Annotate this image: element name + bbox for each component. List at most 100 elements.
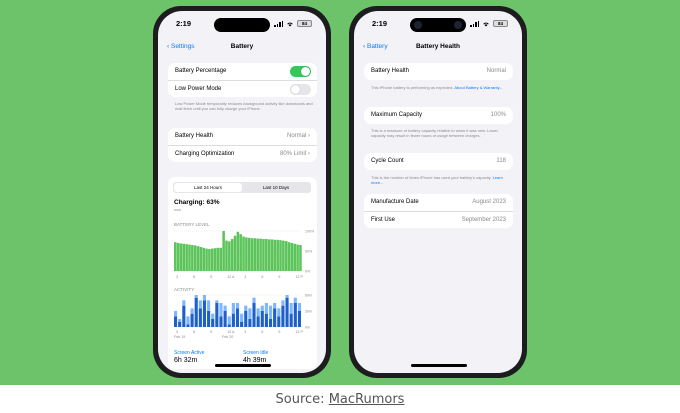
left-iphone: 2:19 84 ‹ Settings Battery Battery Perce… [153,6,331,378]
level-bar [219,247,223,271]
activity-bar-screen-off [174,311,178,317]
activity-bar-screen-on [223,311,227,327]
capacity-group: Maximum Capacity 100% [364,107,513,124]
level-bar [185,244,188,271]
level-bar [282,240,285,271]
activity-bar-screen-on [235,308,240,327]
activity-bar-screen-off [211,313,215,319]
activity-bar-screen-off [223,305,227,311]
cycle-count-row: Cycle Count 118 [364,153,513,170]
capacity-note: This is a measure of battery capacity re… [371,128,498,138]
activity-bar-screen-on [190,313,194,327]
time-range-segmented-control: Last 24 Hours Last 10 Days [173,182,311,193]
status-icons: 84 [274,20,312,27]
level-bar [228,241,231,271]
status-icons: 84 [470,20,508,27]
screen-idle-value: 4h 39m [243,357,267,364]
tab-last-24-hours[interactable]: Last 24 Hours [174,183,242,192]
activity-chart: 60m 30m 0m 3 6 9 12 A 3 6 9 12 P Feb 19 Feb 20 [174,294,312,339]
low-power-label: Low Power Mode [175,86,222,92]
level-bar [174,242,177,271]
activity-y-tick: 60m [305,294,312,298]
charging-optimization-row[interactable]: Charging Optimization 80% Limit › [168,145,317,162]
charging-optimization-value: 80% Limit › [279,151,310,157]
battery-icon: 84 [493,20,508,27]
level-y-tick: 0% [305,270,311,274]
level-bar [208,249,211,271]
activity-bar-screen-on [219,316,223,327]
level-y-tick: 50% [305,250,313,254]
level-bar [188,244,191,271]
level-bar [193,245,197,271]
activity-bar-screen-on [264,313,268,327]
level-bar [250,238,254,271]
activity-bar-screen-on [297,311,301,327]
level-x-tick: 6 [193,275,195,279]
activity-bar-screen-on [211,319,215,327]
first-use-value: September 2023 [461,217,506,223]
activity-bar-screen-off [260,305,264,311]
signal-icon [470,20,479,27]
activity-bar-screen-on [252,303,256,327]
activity-bar-screen-off [227,316,231,325]
source-link[interactable]: MacRumors [329,392,405,407]
activity-bar-screen-on [289,313,293,327]
manufacture-date-row: Manufacture Date August 2023 [364,194,513,211]
activity-bar-screen-off [256,308,260,317]
activity-bar-screen-off [281,300,285,306]
level-bar [199,247,203,271]
activity-bar-screen-on [227,324,231,327]
level-bar [287,242,291,271]
home-indicator[interactable] [411,364,467,367]
wifi-icon [287,22,293,26]
activity-date-label: Feb 19 [174,335,185,339]
battery-level-chart: 100% 50% 0% 3 6 9 12 A 3 6 9 12 P [174,230,315,279]
activity-bar-screen-on [186,324,190,327]
level-x-tick: 9 [278,275,280,279]
battery-settings-screen: 2:19 84 ‹ Settings Battery Battery Perce… [158,11,326,373]
battery-health-label: Battery Health [371,68,410,74]
battery-health-row[interactable]: Battery Health Normal › [168,128,317,145]
activity-x-tick: 12 A [227,330,235,334]
level-bar [265,239,268,271]
home-indicator[interactable] [215,364,271,367]
activity-x-tick: 9 [210,330,212,334]
maximum-capacity-label: Maximum Capacity [371,112,423,118]
page-title: Battery [230,43,254,50]
cycle-note: This is the number of times iPhone has u… [371,175,503,185]
status-time: 2:19 [176,19,192,28]
status-bar: 2:19 84 [158,18,326,32]
level-bar [233,235,237,271]
level-bar [247,237,251,271]
level-bar [176,243,180,271]
activity-bar-screen-off [231,303,235,314]
activity-bar-screen-on [202,300,207,327]
activity-bar-screen-off [264,303,268,314]
battery-health-row: Battery Health Normal [364,63,513,80]
level-bar [267,239,271,271]
activity-bar-screen-off [186,316,190,325]
level-bar [202,247,205,271]
activity-bar-screen-off [268,305,273,319]
image-caption: Source: MacRumors [0,392,680,407]
usage-card: Last 24 Hours Last 10 Days Charging: 63%… [168,177,317,369]
activity-bar-screen-on [277,316,281,327]
activity-bar-screen-off [182,300,186,306]
activity-bar-screen-on [207,311,211,327]
signal-icon [274,20,283,27]
cycle-count-label: Cycle Count [371,158,404,164]
level-bar [216,247,220,271]
activity-bar-screen-off [207,300,211,311]
status-bar: 2:19 84 [354,18,522,32]
battery-percentage-toggle[interactable] [290,66,311,77]
tab-last-10-days[interactable]: Last 10 Days [242,183,310,192]
activity-bar-screen-off [277,308,281,317]
activity-bar-screen-off [194,295,198,298]
level-x-tick: 3 [176,275,178,279]
battery-health-value: Normal › [286,133,310,139]
activity-bar-screen-on [178,321,182,327]
dynamic-island [410,18,466,32]
low-power-toggle[interactable] [290,84,311,95]
about-warranty-link[interactable]: About Battery & Warranty... [454,85,502,90]
health-status-group: Battery Health Normal [364,63,513,80]
